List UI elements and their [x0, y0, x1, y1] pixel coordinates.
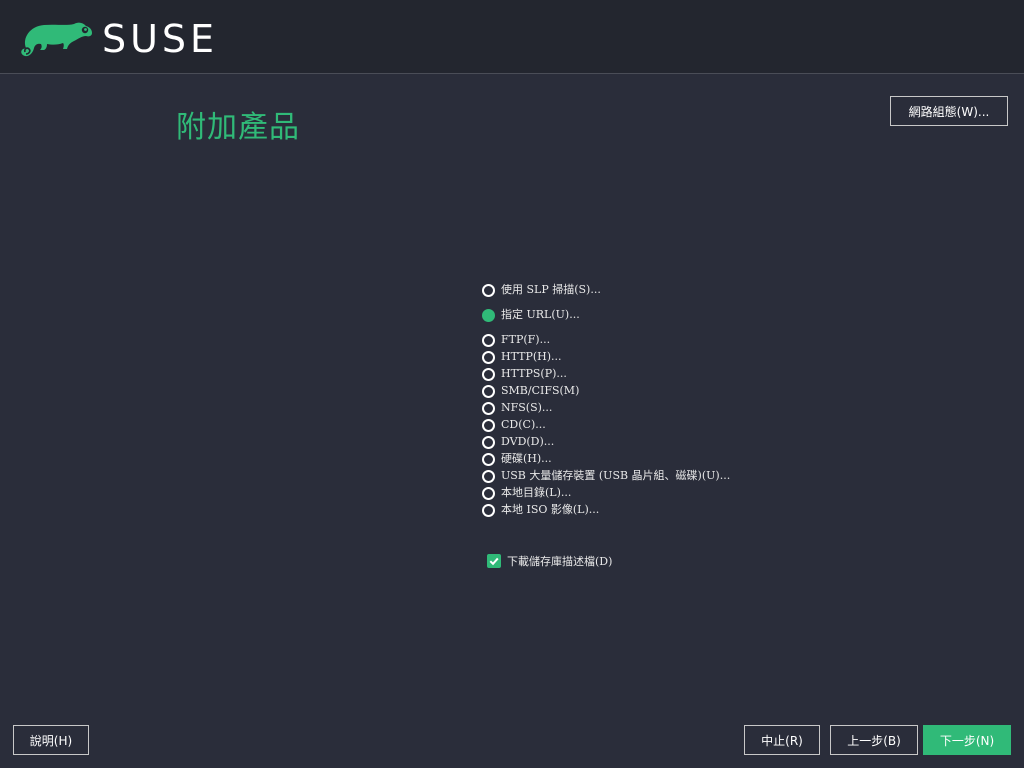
radio-button[interactable]: [482, 350, 495, 364]
radio-option-local-dir[interactable]: 本地目錄(L)...: [482, 485, 571, 501]
radio-button[interactable]: [482, 333, 495, 347]
radio-button[interactable]: [482, 401, 495, 415]
radio-label: HTTPS(P)...: [501, 367, 567, 380]
radio-button[interactable]: [482, 435, 495, 449]
radio-option-ftp[interactable]: FTP(F)...: [482, 332, 550, 348]
radio-label: DVD(D)...: [501, 435, 555, 448]
download-descriptions-checkbox[interactable]: [487, 554, 501, 568]
abort-button[interactable]: 中止(R): [744, 725, 820, 755]
radio-button[interactable]: [482, 486, 495, 500]
radio-option-nfs[interactable]: NFS(S)...: [482, 400, 552, 416]
radio-option-http[interactable]: HTTP(H)...: [482, 349, 562, 365]
radio-label: CD(C)...: [501, 418, 546, 431]
top-bar: SUSE: [0, 0, 1024, 74]
radio-option-cd[interactable]: CD(C)...: [482, 417, 546, 433]
help-button[interactable]: 說明(H): [13, 725, 89, 755]
radio-label: HTTP(H)...: [501, 350, 562, 363]
suse-logo: SUSE: [20, 18, 220, 60]
next-button[interactable]: 下一步(N): [923, 725, 1011, 755]
installer-screen: SUSE 附加產品 網路組態(W)... 使用 SLP 掃描(S)... 指定 …: [0, 0, 1024, 768]
radio-button[interactable]: [482, 452, 495, 466]
radio-button[interactable]: [482, 283, 495, 297]
back-button[interactable]: 上一步(B): [830, 725, 918, 755]
radio-button[interactable]: [482, 503, 495, 517]
radio-label: USB 大量儲存裝置 (USB 晶片組、磁碟)(U)...: [501, 469, 731, 482]
radio-label: FTP(F)...: [501, 333, 551, 346]
radio-option-dvd[interactable]: DVD(D)...: [482, 434, 554, 450]
radio-option-usb[interactable]: USB 大量儲存裝置 (USB 晶片組、磁碟)(U)...: [482, 468, 730, 484]
radio-label: 本地 ISO 影像(L)...: [501, 503, 600, 516]
download-descriptions-label: 下載儲存庫描述檔(D): [507, 555, 613, 568]
radio-option-url[interactable]: 指定 URL(U)...: [482, 307, 580, 323]
radio-label: 硬碟(H)...: [501, 452, 552, 465]
radio-button-selected[interactable]: [482, 308, 495, 322]
chameleon-logo-icon: [21, 22, 92, 57]
radio-label: NFS(S)...: [501, 401, 553, 414]
radio-option-slp[interactable]: 使用 SLP 掃描(S)...: [482, 282, 601, 298]
radio-option-smb[interactable]: SMB/CIFS(M): [482, 383, 579, 399]
radio-option-local-iso[interactable]: 本地 ISO 影像(L)...: [482, 502, 599, 518]
download-descriptions-checkbox-row[interactable]: 下載儲存庫描述檔(D): [487, 553, 612, 569]
page-title: 附加產品: [176, 110, 300, 145]
radio-label: SMB/CIFS(M): [501, 384, 580, 397]
radio-button[interactable]: [482, 384, 495, 398]
radio-button[interactable]: [482, 418, 495, 432]
radio-label: 本地目錄(L)...: [501, 486, 572, 499]
radio-label: 使用 SLP 掃描(S)...: [501, 283, 601, 296]
radio-label: 指定 URL(U)...: [501, 308, 580, 321]
radio-option-https[interactable]: HTTPS(P)...: [482, 366, 567, 382]
network-config-button[interactable]: 網路組態(W)...: [890, 96, 1008, 126]
radio-option-hard-disk[interactable]: 硬碟(H)...: [482, 451, 552, 467]
radio-button[interactable]: [482, 469, 495, 483]
checkmark-icon: [489, 557, 499, 566]
brand-name: SUSE: [102, 17, 219, 61]
radio-button[interactable]: [482, 367, 495, 381]
